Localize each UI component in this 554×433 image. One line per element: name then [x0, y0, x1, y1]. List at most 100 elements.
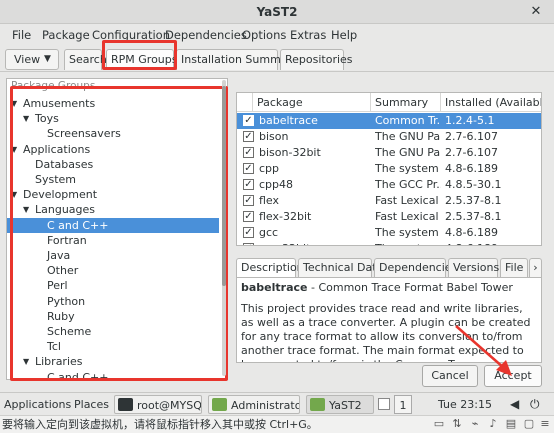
table-row[interactable]: ✓ bison-32bit The GNU Pa... 2.7-6.107 [237, 145, 541, 161]
yast-icon [310, 398, 325, 411]
annotation-highlight-box [102, 40, 177, 70]
tab-description[interactable]: Description [236, 258, 304, 278]
usb-icon[interactable]: ⌁ [468, 417, 482, 431]
package-name-cell: gcc [259, 226, 279, 239]
package-version-cell: 2.5.37-8.1 [445, 210, 502, 223]
close-icon[interactable]: ✕ [528, 4, 544, 20]
table-row[interactable]: ✓ gcc The system ... 4.8-6.189 [237, 225, 541, 241]
package-checkbox[interactable]: ✓ [243, 179, 254, 190]
status-message: 要将输入定向到该虚拟机，请将鼠标指针移入其中或按 Ctrl+G。 [2, 418, 318, 431]
yast-icon [212, 398, 227, 411]
view-menu-button[interactable]: View ▼ [5, 49, 59, 70]
package-version-cell: 4.8-6.189 [445, 162, 498, 175]
description-summary: - Common Trace Format Babel Tower [307, 281, 513, 294]
package-version-cell: 1.2.4-5.1 [445, 114, 495, 127]
package-name-cell: flex [259, 194, 280, 207]
column-header-package[interactable]: Package [253, 93, 371, 112]
package-name-cell: bison-32bit [259, 146, 321, 159]
package-summary-cell: The system ... [375, 226, 441, 239]
annotation-highlight-box [10, 86, 228, 381]
column-header-installed[interactable]: Installed (Available) [441, 93, 541, 112]
sound-icon[interactable]: ♪ [486, 417, 500, 431]
package-summary-cell: The GNU Pa... [375, 146, 441, 159]
places-menu[interactable]: Places [74, 395, 109, 414]
vm-status-bar: 要将输入定向到该虚拟机，请将鼠标指针移入其中或按 Ctrl+G。 ▭ ⇅ ⌁ ♪… [0, 415, 554, 433]
package-version-cell: 2.5.37-8.1 [445, 194, 502, 207]
tree-scrollbar[interactable] [221, 80, 227, 376]
package-name-cell: gcc-32bit [259, 241, 367, 245]
tab-search[interactable]: Search [64, 49, 107, 70]
taskbar-window-yast2[interactable]: YaST2 [306, 395, 374, 414]
printer-icon[interactable]: ▤ [504, 417, 518, 431]
package-version-cell: 2.7-6.107 [445, 130, 498, 143]
package-checkbox[interactable]: ✓ [243, 211, 254, 222]
hard-disk-icon[interactable]: ▭ [432, 417, 446, 431]
package-summary-cell: Common Tr... [375, 114, 441, 127]
taskbar-window-admin[interactable]: Administrator ... [208, 395, 300, 414]
desktop-taskbar: Applications Places root@MYSQL:... Admin… [0, 392, 554, 415]
table-row[interactable]: ✓ bison The GNU Pa... 2.7-6.107 [237, 129, 541, 145]
package-name-cell: cpp48 [259, 178, 294, 191]
package-version-cell: 2.7-6.107 [445, 146, 498, 159]
tab-scroll-right-icon[interactable]: › [529, 258, 542, 278]
display-icon[interactable]: ▢ [522, 417, 536, 431]
table-row[interactable]: ✓ flex Fast Lexical ... 2.5.37-8.1 [237, 193, 541, 209]
package-name-cell: flex-32bit [259, 210, 312, 223]
taskbar-window-label: Administrator ... [231, 399, 300, 412]
volume-icon[interactable]: ◀ [510, 395, 519, 414]
package-checkbox[interactable]: ✓ [243, 115, 254, 126]
package-checkbox[interactable]: ✓ [243, 243, 254, 245]
package-table[interactable]: Package Summary Installed (Available) ✓ b… [236, 92, 542, 246]
menu-options[interactable]: Options [242, 27, 286, 43]
vm-settings-icon[interactable]: ≡ [538, 417, 552, 431]
terminal-icon [118, 398, 133, 411]
detail-tabs-bar: Description Technical Data Dependencies … [236, 256, 542, 278]
package-summary-cell: Fast Lexical ... [375, 194, 441, 207]
network-icon[interactable]: ⇅ [450, 417, 464, 431]
window-title: YaST2 [256, 5, 298, 19]
menu-help[interactable]: Help [331, 27, 357, 43]
table-row[interactable]: ✓ cpp The system ... 4.8-6.189 [237, 161, 541, 177]
menu-bar: File Package Configuration Dependencies … [0, 24, 554, 46]
package-checkbox[interactable]: ✓ [243, 195, 254, 206]
package-summary-cell: The GNU Pa... [375, 130, 441, 143]
package-version-cell: 4.8.5-30.1 [445, 178, 502, 191]
package-checkbox[interactable]: ✓ [243, 147, 254, 158]
menu-file[interactable]: File [12, 27, 31, 43]
package-name-cell: babeltrace [259, 114, 318, 127]
power-icon[interactable]: ⏻ [530, 395, 540, 414]
tab-technical-data[interactable]: Technical Data [298, 258, 383, 278]
package-version-cell: 4.8-6.189 [445, 226, 498, 239]
tab-repositories[interactable]: Repositories [280, 49, 353, 70]
package-checkbox[interactable]: ✓ [243, 163, 254, 174]
package-name-cell: bison [259, 130, 289, 143]
package-name-cell: cpp [259, 162, 280, 175]
tab-file-list[interactable]: File [500, 258, 528, 278]
table-row[interactable]: ✓ cpp48 The GCC Pr... 4.8.5-30.1 [237, 177, 541, 193]
show-desktop-icon[interactable] [378, 398, 390, 410]
tab-dependencies[interactable]: Dependencies [374, 258, 457, 278]
annotation-arrow-icon [455, 325, 512, 376]
taskbar-window-terminal[interactable]: root@MYSQL:... [114, 395, 202, 414]
column-header-status[interactable] [237, 93, 253, 112]
view-button-label: View [14, 53, 41, 66]
table-row[interactable]: ✓ gcc-32bit The system ... 4.8-6.189 [237, 241, 541, 245]
table-row[interactable]: ✓ babeltrace Common Tr... 1.2.4-5.1 [237, 113, 541, 129]
workspace-switcher[interactable]: 1 [394, 395, 412, 414]
menu-package[interactable]: Package [42, 27, 90, 43]
tab-installation-summary[interactable]: Installation Summary [176, 49, 299, 70]
view-tabs-bar: View ▼ Search RPM Groups Installation Su… [0, 46, 554, 72]
package-summary-cell: The system ... [375, 162, 441, 175]
package-checkbox[interactable]: ✓ [243, 131, 254, 142]
description-package-name: babeltrace [241, 281, 308, 294]
tab-versions[interactable]: Versions [448, 258, 499, 278]
package-checkbox[interactable]: ✓ [243, 227, 254, 238]
column-header-summary[interactable]: Summary [371, 93, 441, 112]
menu-dependencies[interactable]: Dependencies [165, 27, 247, 43]
package-summary-cell: The system ... [375, 241, 441, 245]
menu-extras[interactable]: Extras [290, 27, 326, 43]
table-row[interactable]: ✓ flex-32bit Fast Lexical ... 2.5.37-8.1 [237, 209, 541, 225]
applications-menu[interactable]: Applications [4, 395, 71, 414]
package-version-cell: 4.8-6.189 [445, 241, 541, 245]
clock[interactable]: Tue 23:15 [438, 395, 492, 414]
